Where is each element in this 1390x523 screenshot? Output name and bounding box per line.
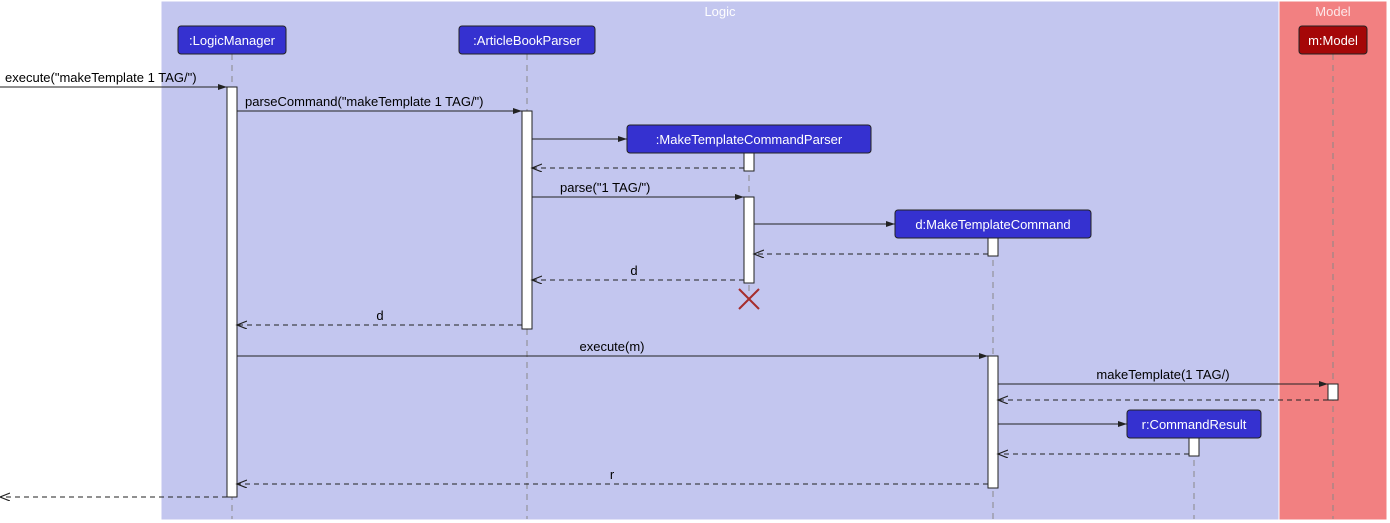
msg-parsecommand-label: parseCommand("makeTemplate 1 TAG/") — [245, 94, 484, 109]
activation-model — [1328, 384, 1338, 400]
frame-logic-label: Logic — [704, 4, 736, 19]
msg-return-d1-label: d — [630, 263, 637, 278]
activation-lm — [227, 87, 237, 497]
msg-parse-label: parse("1 TAG/") — [560, 180, 650, 195]
participant-cr-label: r:CommandResult — [1142, 417, 1247, 432]
participant-model-label: m:Model — [1308, 33, 1358, 48]
activation-mtc2 — [988, 356, 998, 488]
participant-logicmanager-label: :LogicManager — [189, 33, 276, 48]
msg-execute-label: execute("makeTemplate 1 TAG/") — [5, 70, 197, 85]
activation-abp — [522, 111, 532, 329]
participant-mtc-label: d:MakeTemplateCommand — [915, 217, 1070, 232]
frame-logic — [162, 2, 1278, 519]
msg-maketemplate-label: makeTemplate(1 TAG/) — [1096, 367, 1229, 382]
frame-model-label: Model — [1315, 4, 1351, 19]
msg-execute-m-label: execute(m) — [579, 339, 644, 354]
participant-mtcp-label: :MakeTemplateCommandParser — [656, 132, 843, 147]
participant-articlebookparser-label: :ArticleBookParser — [473, 33, 581, 48]
participant-cr: r:CommandResult — [1127, 410, 1261, 438]
msg-return-r-label: r — [610, 467, 615, 482]
participant-model: m:Model — [1299, 26, 1367, 54]
participant-logicmanager: :LogicManager — [178, 26, 286, 54]
participant-articlebookparser: :ArticleBookParser — [459, 26, 595, 54]
participant-mtc: d:MakeTemplateCommand — [895, 210, 1091, 238]
activation-cr — [1189, 438, 1199, 456]
activation-mtc1 — [988, 238, 998, 256]
activation-mtcp1 — [744, 153, 754, 171]
activation-mtcp2 — [744, 197, 754, 283]
msg-return-d2-label: d — [376, 308, 383, 323]
participant-mtcp: :MakeTemplateCommandParser — [627, 125, 871, 153]
